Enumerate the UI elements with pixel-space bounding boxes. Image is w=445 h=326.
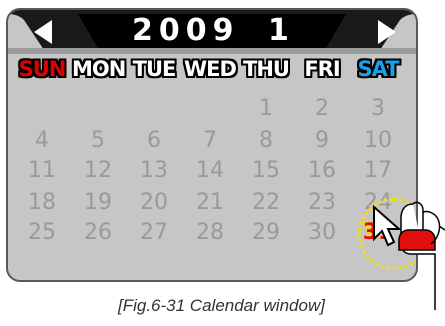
day-cell[interactable]: 7 bbox=[184, 128, 236, 154]
day-cell[interactable]: 29 bbox=[240, 220, 292, 246]
day-cell[interactable]: 12 bbox=[72, 158, 124, 184]
month-year-title: 2009 1 bbox=[118, 13, 318, 49]
day-cell[interactable]: 16 bbox=[296, 158, 348, 184]
weekday-wed: WED bbox=[184, 57, 238, 82]
day-cell[interactable]: 5 bbox=[72, 128, 124, 154]
day-cell[interactable]: 8 bbox=[240, 128, 292, 154]
day-cell[interactable]: 3 bbox=[352, 96, 404, 122]
day-cell[interactable]: 6 bbox=[128, 128, 180, 154]
day-cell[interactable]: 19 bbox=[72, 190, 124, 216]
weekday-mon: MON bbox=[72, 57, 127, 82]
left-triangle-icon bbox=[34, 20, 52, 44]
calendar-window: 2009 1 SUN MON TUE WED THU FRI SAT 1 2 3 4 5 6 7 8 9 10… bbox=[6, 8, 418, 282]
day-cell[interactable]: 1 bbox=[240, 96, 292, 122]
next-month-button[interactable] bbox=[372, 18, 402, 46]
day-cell[interactable]: 27 bbox=[128, 220, 180, 246]
weekday-tue: TUE bbox=[132, 57, 177, 82]
day-cell[interactable]: 14 bbox=[184, 158, 236, 184]
right-triangle-icon bbox=[378, 20, 396, 44]
day-cell[interactable]: 25 bbox=[16, 220, 68, 246]
day-cell[interactable]: 18 bbox=[16, 190, 68, 216]
day-cell[interactable]: 23 bbox=[296, 190, 348, 216]
day-cell[interactable]: 17 bbox=[352, 158, 404, 184]
weekday-fri: FRI bbox=[304, 57, 341, 82]
year-label: 2009 bbox=[132, 13, 240, 48]
month-label: 1 bbox=[268, 13, 295, 48]
day-cell[interactable]: 26 bbox=[72, 220, 124, 246]
weekday-sat: SAT bbox=[357, 57, 400, 82]
day-cell[interactable]: 2 bbox=[296, 96, 348, 122]
weekday-thu: THU bbox=[243, 57, 291, 82]
day-cell[interactable]: 15 bbox=[240, 158, 292, 184]
day-cell[interactable]: 30 bbox=[296, 220, 348, 246]
figure-caption: [Fig.6-31 Calendar window] bbox=[118, 296, 325, 315]
day-cell[interactable]: 11 bbox=[16, 158, 68, 184]
day-cell[interactable]: 28 bbox=[184, 220, 236, 246]
day-cell[interactable]: 10 bbox=[352, 128, 404, 154]
day-cell[interactable]: 21 bbox=[184, 190, 236, 216]
weekday-sun: SUN bbox=[18, 57, 67, 82]
day-cell[interactable]: 22 bbox=[240, 190, 292, 216]
hand-clicking-icon bbox=[398, 201, 445, 310]
day-cell[interactable]: 9 bbox=[296, 128, 348, 154]
day-cell[interactable]: 20 bbox=[128, 190, 180, 216]
calendar-header: 2009 1 bbox=[8, 10, 416, 54]
day-cell[interactable]: 13 bbox=[128, 158, 180, 184]
prev-month-button[interactable] bbox=[28, 18, 58, 46]
day-cell[interactable]: 4 bbox=[16, 128, 68, 154]
